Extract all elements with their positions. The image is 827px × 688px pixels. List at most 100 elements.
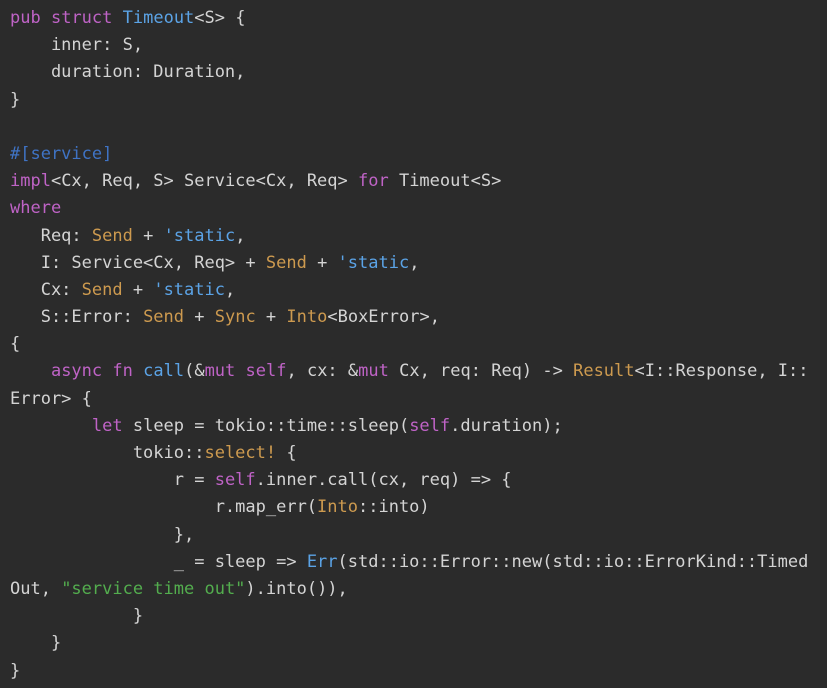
code-token-gold: Send [92,226,133,246]
code-token-plain: <BoxError>, [327,307,440,327]
code-token-plain: + [184,307,215,327]
code-token-blue: 'static [164,226,236,246]
code-token-plain: }, [10,525,194,545]
code-token-plain: , [409,253,419,273]
code-token-plain: + [307,253,338,273]
code-token-plain: I: Service<Cx, Req> + [10,253,266,273]
code-token-kw: mut [205,361,236,381]
code-line: } [10,87,827,114]
code-line: } [10,630,827,657]
code-token-plain: Error> { [10,389,92,409]
code-token-kw: struct [51,8,112,28]
code-token-plain: ::into) [358,497,430,517]
code-token-plain [235,361,245,381]
code-token-plain [10,361,51,381]
code-token-plain: , [225,280,235,300]
code-block: pub struct Timeout<S> { inner: S, durati… [0,0,827,688]
code-token-plain: <S> { [194,8,245,28]
code-token-kw: pub [10,8,41,28]
code-token-blue: 'static [153,280,225,300]
code-token-kw: for [358,171,389,191]
code-token-plain: r = [10,470,215,490]
code-line: } [10,658,827,685]
code-token-gold: Send [143,307,184,327]
code-line: inner: S, [10,32,827,59]
code-token-blue: 'static [338,253,410,273]
code-token-kw: where [10,198,61,218]
code-token-gold: Into [286,307,327,327]
code-token-gold: Result [573,361,634,381]
code-token-plain: } [10,661,20,681]
code-token-gold: Sync [215,307,256,327]
code-line: S::Error: Send + Sync + Into<BoxError>, [10,304,827,331]
code-token-plain: .inner.call(cx, req) => { [256,470,512,490]
code-line: tokio::select! { [10,440,827,467]
code-token-plain: Cx: [10,280,82,300]
code-line: Req: Send + 'static, [10,223,827,250]
code-token-plain: , cx: & [286,361,358,381]
code-token-plain: Req: [10,226,92,246]
code-line: #[service] [10,141,827,168]
code-line: } [10,603,827,630]
code-line: async fn call(&mut self, cx: &mut Cx, re… [10,358,827,385]
code-line: _ = sleep => Err(std::io::Error::new(std… [10,549,827,576]
code-line: let sleep = tokio::time::sleep(self.dura… [10,413,827,440]
code-token-plain: + [256,307,287,327]
code-token-plain: { [10,334,20,354]
code-token-blue: Err [307,552,338,572]
code-token-plain: ).into()), [245,579,347,599]
code-token-plain: (& [184,361,204,381]
code-token-plain [112,8,122,28]
code-token-plain: _ = sleep => [10,552,307,572]
code-line: { [10,331,827,358]
code-token-blue: call [143,361,184,381]
code-token-gold: Into [317,497,358,517]
code-token-kw: self [215,470,256,490]
code-token-kw: async [51,361,102,381]
code-token-plain: + [123,280,154,300]
code-token-str: "service time out" [61,579,245,599]
code-token-plain: sleep = tokio::time::sleep( [123,416,410,436]
code-token-plain: duration: Duration, [10,62,245,82]
code-line: r = self.inner.call(cx, req) => { [10,467,827,494]
code-token-kw: self [246,361,287,381]
code-line: }, [10,522,827,549]
code-token-plain: Cx, req: Req) -> [389,361,573,381]
code-token-gold: Send [82,280,123,300]
code-token-plain [133,361,143,381]
code-token-plain: .duration); [450,416,563,436]
code-token-blue: Timeout [123,8,195,28]
code-token-plain: } [10,90,20,110]
code-token-plain: Out, [10,579,61,599]
code-token-plain: { [276,443,296,463]
code-token-kw: mut [358,361,389,381]
code-token-plain: tokio:: [10,443,204,463]
code-token-plain: + [133,226,164,246]
code-token-plain: r.map_err( [10,497,317,517]
code-token-plain: inner: S, [10,35,143,55]
code-token-plain [10,416,92,436]
code-line: Cx: Send + 'static, [10,277,827,304]
code-token-kw: fn [112,361,132,381]
code-token-plain: } [10,606,143,626]
code-token-gold: select! [204,443,276,463]
code-line: where [10,195,827,222]
code-line: pub struct Timeout<S> { [10,5,827,32]
code-line: Out, "service time out").into()), [10,576,827,603]
code-token-gold: Send [266,253,307,273]
code-line: r.map_err(Into::into) [10,494,827,521]
code-token-plain: <Cx, Req, S> Service<Cx, Req> [51,171,358,191]
code-line: impl<Cx, Req, S> Service<Cx, Req> for Ti… [10,168,827,195]
code-token-plain: (std::io::Error::new(std::io::ErrorKind:… [338,552,809,572]
code-token-plain: S::Error: [10,307,143,327]
code-token-plain: } [10,633,61,653]
code-token-kw: let [92,416,123,436]
code-line [10,114,827,141]
code-token-kw: self [409,416,450,436]
code-token-plain [102,361,112,381]
code-token-attr: #[service] [10,144,112,164]
code-line: I: Service<Cx, Req> + Send + 'static, [10,250,827,277]
code-token-plain: , [235,226,245,246]
code-token-kw: impl [10,171,51,191]
code-token-plain [41,8,51,28]
